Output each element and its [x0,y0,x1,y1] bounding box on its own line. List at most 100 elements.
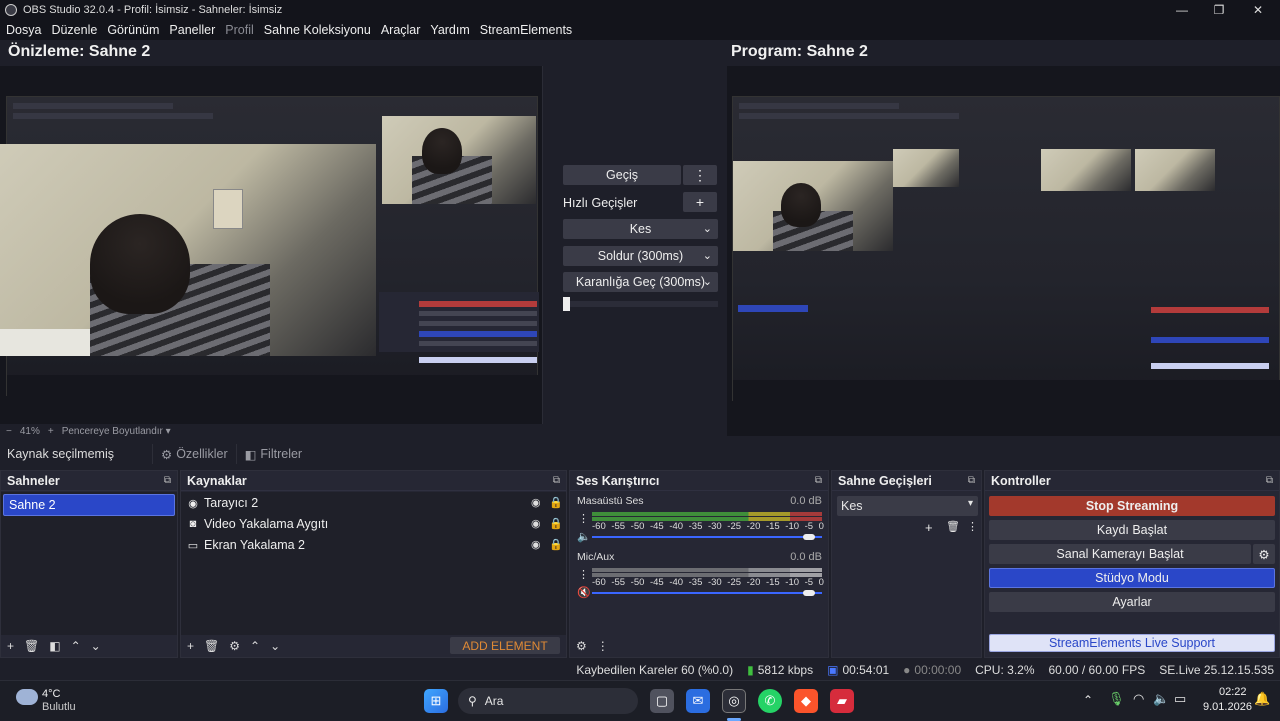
menu-araclar[interactable]: Araçlar [381,23,421,37]
clock-time[interactable]: 02:22 [1219,686,1247,698]
task-view-icon[interactable]: ▢ [650,689,674,713]
menu-yardim[interactable]: Yardım [430,23,469,37]
slider-handle[interactable] [803,590,815,596]
obs-taskbar-icon[interactable]: ◎ [722,689,746,713]
mixer-settings-icon[interactable]: ⚙ [576,639,587,653]
kebab-menu-icon[interactable]: ⋮ [578,512,589,525]
maximize-button[interactable]: ❐ [1199,0,1239,20]
volume-slider[interactable] [592,534,822,540]
zoom-in-button[interactable]: + [48,426,54,437]
quick-transition-karanliga[interactable]: Karanlığa Geç (300ms) ⌄ [563,272,718,292]
quick-transition-kes[interactable]: Kes ⌄ [563,219,718,239]
eye-icon[interactable]: ◉ [531,517,541,530]
slider-handle[interactable] [803,534,815,540]
menu-dosya[interactable]: Dosya [6,23,41,37]
studio-mode-button[interactable]: Stüdyo Modu [989,568,1275,588]
notification-bell-icon[interactable]: 🔔 [1254,691,1270,707]
add-scene-icon[interactable]: + [7,639,14,653]
streamelements-support-button[interactable]: StreamElements Live Support [989,634,1275,652]
eye-icon[interactable]: ◉ [531,496,541,509]
tick-label: -5 [804,577,814,588]
microphone-icon[interactable]: 🎙 [1108,691,1125,707]
kebab-menu-icon[interactable]: ⋮ [578,568,589,581]
properties-button[interactable]: ⚙ Özellikler [151,444,236,464]
filters-button[interactable]: ◧ Filtreler [235,444,310,464]
close-button[interactable]: ✕ [1238,0,1278,20]
cloud-icon[interactable] [16,689,38,705]
speaker-icon[interactable]: 🔈 [577,530,591,543]
volume-icon[interactable]: 🔈 [1153,691,1169,707]
source-item[interactable]: ▭ Ekran Yakalama 2 [187,535,305,555]
move-down-icon[interactable]: ⌄ [270,639,280,653]
transition-button[interactable]: Geçiş [563,165,681,185]
kebab-menu-icon[interactable]: ⋮ [597,639,609,653]
undock-icon[interactable]: ⧉ [968,475,975,486]
move-up-icon[interactable]: ⌃ [250,639,260,653]
battery-icon[interactable]: ▭ [1174,691,1186,707]
settings-button[interactable]: Ayarlar [989,592,1275,612]
menu-gorunum[interactable]: Görünüm [107,23,159,37]
lock-icon[interactable]: 🔒 [549,496,563,509]
whatsapp-icon[interactable]: ✆ [758,689,782,713]
transition-select[interactable]: Kes ▾ [837,496,978,516]
chevron-up-icon[interactable]: ⌃ [1083,693,1093,707]
trash-icon[interactable]: 🗑 [24,639,39,653]
trash-icon[interactable]: 🗑 [946,520,960,533]
trash-icon[interactable]: 🗑 [204,639,219,653]
zoom-out-button[interactable]: − [6,426,12,437]
lock-icon[interactable]: 🔒 [549,517,563,530]
kebab-menu-icon[interactable]: ⋮ [967,520,978,533]
chevron-down-icon[interactable]: ⌄ [703,249,712,262]
menu-duzenle[interactable]: Düzenle [51,23,97,37]
scene-item[interactable]: Sahne 2 [3,494,175,516]
menu-streamelements[interactable]: StreamElements [480,23,572,37]
scene-filter-icon[interactable]: ◧ [49,639,60,653]
source-item[interactable]: ◉ Tarayıcı 2 [187,493,258,513]
lock-icon[interactable]: 🔒 [549,538,563,551]
taskbar-search[interactable]: ⚲ Ara [458,688,638,714]
preview-webcam-source[interactable] [0,144,376,356]
move-down-icon[interactable]: ⌄ [91,639,101,653]
preview-canvas[interactable] [0,66,543,424]
sources-list[interactable]: ◉ Tarayıcı 2 ◙ Video Yakalama Aygıtı ▭ Ekra… [181,492,566,635]
windows-start-icon[interactable]: ⊞ [424,689,448,713]
fit-to-window-select[interactable]: Pencereye Boyutlandır ▾ [62,426,171,437]
wifi-icon[interactable]: ◠ [1133,691,1144,707]
weather-temp[interactable]: 4°C [42,688,60,700]
volume-slider[interactable] [592,590,822,596]
move-up-icon[interactable]: ⌃ [71,639,81,653]
tbar-handle[interactable] [563,297,570,311]
clock-date[interactable]: 9.01.2026 [1203,701,1252,713]
menu-paneller[interactable]: Paneller [169,23,215,37]
add-quick-transition-button[interactable]: + [683,192,717,212]
undock-icon[interactable]: ⧉ [164,475,171,486]
undock-icon[interactable]: ⧉ [815,475,822,486]
virtual-camera-settings-button[interactable]: ⚙ [1253,544,1275,564]
add-transition-icon[interactable]: + [925,520,933,535]
quick-transition-soldur[interactable]: Soldur (300ms) ⌄ [563,246,718,266]
source-item[interactable]: ◙ Video Yakalama Aygıtı [187,514,329,534]
mail-app-icon[interactable]: ✉ [686,689,710,713]
transition-menu-button[interactable]: ⋮ [683,165,717,185]
brave-browser-icon[interactable]: ◆ [794,689,818,713]
menu-sahne-koleksiyonu[interactable]: Sahne Koleksiyonu [264,23,371,37]
tick-label: -55 [611,521,626,532]
start-recording-button[interactable]: Kaydı Başlat [989,520,1275,540]
chevron-down-icon[interactable]: ⌄ [703,275,712,288]
scenes-list[interactable]: Sahne 2 [1,492,177,635]
undock-icon[interactable]: ⧉ [553,475,560,486]
undock-icon[interactable]: ⧉ [1266,475,1273,486]
minimize-button[interactable]: — [1162,0,1202,20]
eye-icon[interactable]: ◉ [531,538,541,551]
add-source-icon[interactable]: + [187,639,194,653]
menu-profil[interactable]: Profil [225,23,253,37]
muted-speaker-icon[interactable]: 🔇 [577,586,591,599]
transition-tbar[interactable] [563,297,718,311]
stop-streaming-button[interactable]: Stop Streaming [989,496,1275,516]
chevron-down-icon[interactable]: ⌄ [703,222,712,235]
start-virtual-camera-button[interactable]: Sanal Kamerayı Başlat [989,544,1251,564]
weather-desc[interactable]: Bulutlu [42,701,76,713]
add-element-button[interactable]: ADD ELEMENT [450,637,560,654]
gear-icon[interactable]: ⚙ [229,639,240,653]
streamelements-app-icon[interactable]: ▰ [830,689,854,713]
